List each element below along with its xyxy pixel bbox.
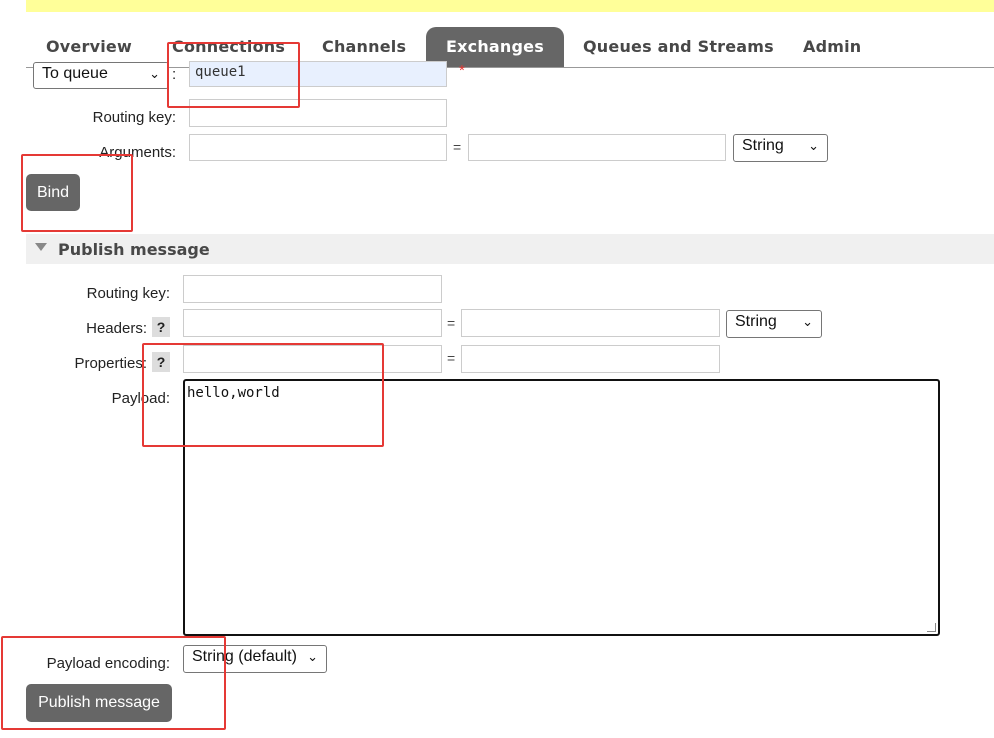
bind-arguments-type-value: String <box>742 137 784 154</box>
properties-value-input[interactable] <box>461 345 720 373</box>
equals-sign: = <box>447 350 456 366</box>
chevron-down-icon: ⌄ <box>149 66 160 81</box>
required-mark: * <box>459 62 465 79</box>
tab-overview[interactable]: Overview <box>26 27 152 67</box>
collapse-triangle-icon <box>35 243 47 251</box>
chevron-down-icon: ⌄ <box>802 314 813 329</box>
top-banner <box>26 0 994 12</box>
bind-arguments-type-select[interactable]: String ⌄ <box>733 134 828 162</box>
destination-type-select[interactable]: To queue ⌄ <box>33 62 169 89</box>
headers-help-icon[interactable]: ? <box>152 317 170 337</box>
highlight-box-bind <box>21 154 133 232</box>
headers-label: Headers: <box>86 320 147 337</box>
tab-queues-and-streams[interactable]: Queues and Streams <box>563 27 794 67</box>
destination-type-value: To queue <box>42 65 108 82</box>
publish-message-section-header[interactable]: Publish message <box>26 234 994 264</box>
headers-key-input[interactable] <box>183 309 442 337</box>
properties-label: Properties: <box>74 355 147 372</box>
headers-value-input[interactable] <box>461 309 720 337</box>
headers-type-value: String <box>735 313 777 330</box>
highlight-box-payload <box>142 343 384 447</box>
publish-routing-key-input[interactable] <box>183 275 442 303</box>
bind-arguments-value-input[interactable] <box>468 134 726 161</box>
headers-type-select[interactable]: String ⌄ <box>726 310 822 338</box>
publish-message-title: Publish message <box>58 240 210 259</box>
publish-routing-key-label: Routing key: <box>86 285 170 302</box>
chevron-down-icon: ⌄ <box>307 649 318 664</box>
highlight-box-destination <box>167 42 300 108</box>
highlight-box-publish <box>1 636 226 730</box>
bind-routing-key-label: Routing key: <box>92 109 176 126</box>
equals-sign: = <box>447 315 456 331</box>
equals-sign: = <box>453 139 462 155</box>
chevron-down-icon: ⌄ <box>808 138 819 153</box>
tab-admin[interactable]: Admin <box>783 27 881 67</box>
bind-arguments-key-input[interactable] <box>189 134 447 161</box>
resize-handle-icon[interactable] <box>927 623 936 632</box>
